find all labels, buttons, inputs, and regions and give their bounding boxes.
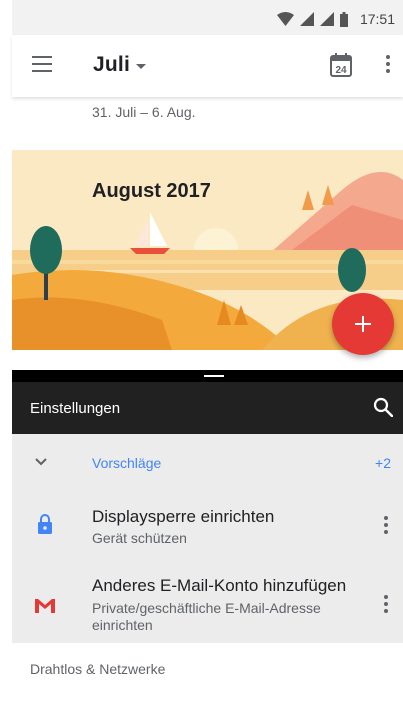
week-range[interactable]: 31. Juli – 6. Aug.	[92, 104, 196, 120]
gmail-icon	[35, 599, 55, 613]
suggestion-item-email-account[interactable]: Anderes E-Mail-Konto hinzufügen Private/…	[12, 564, 403, 643]
left-gutter	[0, 0, 12, 713]
suggestion-item-screen-lock[interactable]: Displaysperre einrichten Gerät schützen	[12, 490, 403, 560]
suggestions-card: Vorschläge +2 Displaysperre einrichten G…	[12, 434, 403, 643]
suggestion-title: Displaysperre einrichten	[92, 507, 275, 526]
split-screen-divider[interactable]	[12, 370, 403, 382]
calendar-today-icon[interactable]: 24	[330, 53, 352, 77]
divider-handle[interactable]	[204, 375, 224, 377]
wifi-icon	[276, 12, 294, 26]
signal-icon	[299, 12, 314, 26]
suggestion-title: Anderes E-Mail-Konto hinzufügen	[92, 576, 347, 595]
dropdown-caret-icon[interactable]	[136, 64, 146, 69]
section-header-wireless: Drahtlos & Netzwerke	[30, 661, 166, 677]
suggestions-header[interactable]: Vorschläge +2	[12, 434, 403, 490]
illustration-month-label: August 2017	[92, 180, 211, 202]
suggestion-subtitle: Private/geschäftliche E-Mail-Adresse ein…	[92, 600, 321, 633]
status-time: 17:51	[359, 11, 395, 27]
status-icons: 17:51	[276, 10, 395, 28]
suggestion-overflow-icon[interactable]	[383, 516, 389, 536]
settings-title: Einstellungen	[30, 400, 121, 417]
month-selector[interactable]: Juli	[93, 53, 130, 77]
chevron-down-icon	[35, 458, 47, 466]
status-bar: 17:51	[12, 0, 403, 35]
plus-icon	[355, 316, 371, 332]
suggestion-overflow-icon[interactable]	[383, 595, 389, 615]
lock-icon	[38, 514, 52, 534]
suggestions-count: +2	[375, 455, 391, 471]
calendar-overflow-icon[interactable]	[385, 55, 391, 75]
menu-icon[interactable]	[32, 56, 52, 72]
suggestion-subtitle: Gerät schützen	[92, 530, 187, 546]
settings-list: Drahtlos & Netzwerke	[12, 643, 403, 713]
signal-icon-2	[319, 12, 334, 26]
today-day-number: 24	[335, 65, 347, 76]
settings-toolbar: Einstellungen	[12, 382, 403, 434]
battery-icon	[339, 11, 348, 27]
add-event-button[interactable]	[332, 293, 394, 355]
suggestions-label: Vorschläge	[92, 455, 162, 471]
calendar-app-bar: Juli 24	[12, 35, 403, 97]
search-icon[interactable]	[373, 397, 393, 417]
